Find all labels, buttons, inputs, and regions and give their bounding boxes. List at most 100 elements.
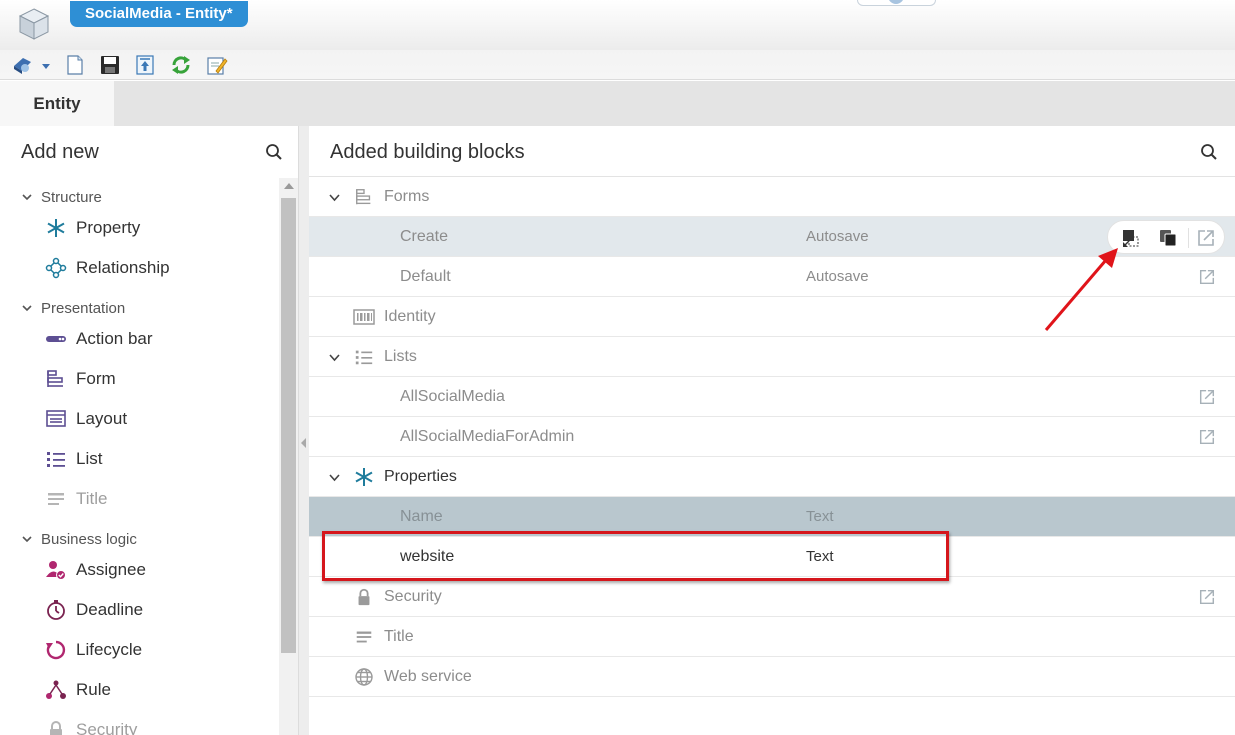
relationship-icon xyxy=(45,257,67,279)
item-label: Form xyxy=(76,369,116,388)
add-layout[interactable]: Layout xyxy=(45,406,127,432)
group-web-service[interactable]: Web service xyxy=(309,657,1235,697)
item-label: Relationship xyxy=(76,258,170,277)
chevron-down-icon[interactable] xyxy=(328,191,341,204)
app-menu-dropdown-icon[interactable] xyxy=(11,54,53,76)
search-icon[interactable] xyxy=(265,143,283,161)
layout-icon xyxy=(45,408,67,430)
list-row-allsocialmediaforadmin[interactable]: AllSocialMediaForAdmin xyxy=(309,417,1235,457)
row-name: Name xyxy=(400,508,443,525)
refresh-icon[interactable] xyxy=(170,54,192,76)
add-deadline[interactable]: Deadline xyxy=(45,597,143,623)
search-icon[interactable] xyxy=(1200,143,1218,161)
edit-properties-icon[interactable] xyxy=(206,54,228,76)
item-label: Action bar xyxy=(76,329,153,348)
add-rule[interactable]: Rule xyxy=(45,677,111,703)
row-value: Autosave xyxy=(806,228,869,245)
group-label: Identity xyxy=(384,308,436,325)
add-lifecycle[interactable]: Lifecycle xyxy=(45,637,142,663)
publish-icon[interactable] xyxy=(134,54,156,76)
identity-barcode-icon xyxy=(353,306,375,328)
lock-icon xyxy=(45,719,67,735)
item-label: Property xyxy=(76,218,141,237)
group-label: Properties xyxy=(384,468,457,485)
added-building-blocks-title: Added building blocks xyxy=(330,141,525,163)
form-row-create[interactable]: Create Autosave xyxy=(309,217,1235,257)
actions-separator xyxy=(1188,228,1189,248)
globe-icon xyxy=(353,666,375,688)
add-new-title: Add new xyxy=(21,141,99,163)
toolbar xyxy=(0,50,1235,80)
add-form[interactable]: Form xyxy=(45,366,116,392)
collapse-arrow-icon[interactable] xyxy=(301,438,306,448)
chevron-down-icon[interactable] xyxy=(328,471,341,484)
title-icon xyxy=(353,626,375,648)
form-row-default[interactable]: Default Autosave xyxy=(309,257,1235,297)
group-label: Security xyxy=(384,588,442,605)
move-icon[interactable] xyxy=(1120,228,1140,248)
chevron-down-icon xyxy=(22,536,32,543)
top-handle[interactable] xyxy=(857,0,936,6)
lifecycle-icon xyxy=(45,639,67,661)
item-label: Security xyxy=(76,720,138,735)
group-title[interactable]: Title xyxy=(309,617,1235,657)
group-forms[interactable]: Forms xyxy=(309,177,1235,217)
add-list[interactable]: List xyxy=(45,446,102,472)
add-title[interactable]: Title xyxy=(45,486,108,512)
item-label: Lifecycle xyxy=(76,640,143,659)
add-new-panel: Add new Structure Property Relationship … xyxy=(0,126,299,735)
right-panel-header: Added building blocks xyxy=(309,126,1235,177)
category-label: Business logic xyxy=(41,530,137,548)
app-cube-icon xyxy=(18,8,50,40)
list-row-allsocialmedia[interactable]: AllSocialMedia xyxy=(309,377,1235,417)
asterisk-icon xyxy=(353,466,375,488)
add-property[interactable]: Property xyxy=(45,215,140,241)
added-building-blocks-panel: Added building blocks Forms Create Autos… xyxy=(309,126,1235,735)
action-bar-icon xyxy=(45,328,67,350)
group-lists[interactable]: Lists xyxy=(309,337,1235,377)
tab-entity[interactable]: Entity xyxy=(0,81,114,126)
rule-icon xyxy=(45,679,67,701)
lock-icon xyxy=(353,586,375,608)
open-external-icon[interactable] xyxy=(1198,588,1216,606)
category-structure[interactable]: Structure xyxy=(20,186,102,208)
row-name: AllSocialMediaForAdmin xyxy=(400,428,575,445)
group-label: Title xyxy=(384,628,414,645)
copy-icon[interactable] xyxy=(1158,228,1178,248)
title-icon xyxy=(45,488,67,510)
add-relationship[interactable]: Relationship xyxy=(45,255,170,281)
scroll-thumb[interactable] xyxy=(281,198,296,653)
add-action-bar[interactable]: Action bar xyxy=(45,326,153,352)
row-value: Text xyxy=(806,508,834,525)
scroll-up-icon[interactable] xyxy=(284,183,294,189)
add-assignee[interactable]: Assignee xyxy=(45,557,146,583)
category-business-logic[interactable]: Business logic xyxy=(20,528,137,550)
window-title: SocialMedia - Entity* xyxy=(70,1,248,27)
save-icon[interactable] xyxy=(99,54,121,76)
assignee-icon xyxy=(45,559,67,581)
open-external-icon[interactable] xyxy=(1198,388,1216,406)
list-icon xyxy=(45,448,67,470)
row-value: Autosave xyxy=(806,268,869,285)
group-label: Lists xyxy=(384,348,417,365)
panel-splitter[interactable] xyxy=(299,126,309,735)
open-external-icon[interactable] xyxy=(1198,428,1216,446)
chevron-down-icon[interactable] xyxy=(328,351,341,364)
form-icon xyxy=(45,368,67,390)
add-security[interactable]: Security xyxy=(45,717,137,735)
group-identity[interactable]: Identity xyxy=(309,297,1235,337)
category-label: Presentation xyxy=(41,299,126,317)
deadline-icon xyxy=(45,599,67,621)
row-name: AllSocialMedia xyxy=(400,388,505,405)
group-security[interactable]: Security xyxy=(309,577,1235,617)
form-icon xyxy=(353,186,375,208)
group-properties[interactable]: Properties xyxy=(309,457,1235,497)
new-document-icon[interactable] xyxy=(64,54,86,76)
item-label: Layout xyxy=(76,409,128,428)
property-row-website[interactable]: website Text xyxy=(309,537,1235,577)
left-scrollbar[interactable] xyxy=(279,178,298,735)
open-external-icon[interactable] xyxy=(1196,228,1216,248)
property-row-name[interactable]: Name Text xyxy=(309,497,1235,537)
category-presentation[interactable]: Presentation xyxy=(20,297,125,319)
open-external-icon[interactable] xyxy=(1198,268,1216,286)
